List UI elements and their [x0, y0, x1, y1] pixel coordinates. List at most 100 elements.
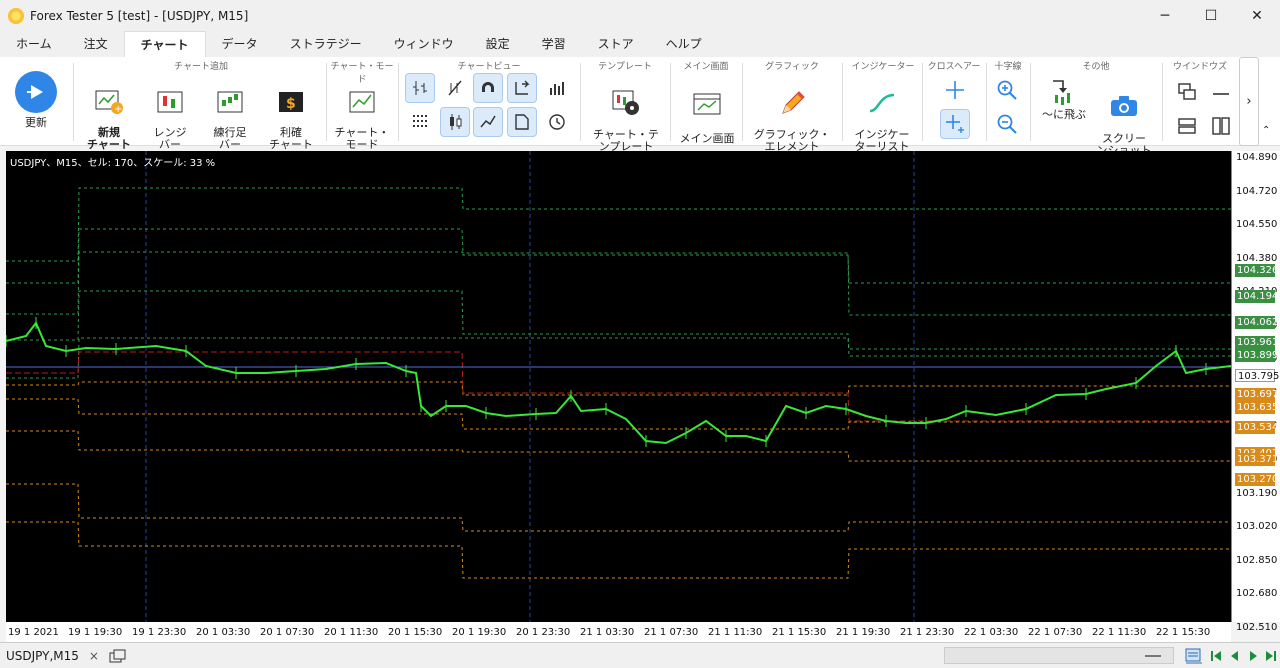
- price-level-badge: 103.697: [1235, 388, 1279, 402]
- resistance-level-line: [6, 290, 1231, 350]
- document-tab[interactable]: USDJPY,M15 ×: [6, 645, 127, 667]
- collapse-ribbon-icon[interactable]: ⌃: [1262, 125, 1270, 136]
- new-chart-icon: +: [94, 89, 124, 115]
- price-level-badge: 103.270: [1235, 472, 1279, 486]
- candlestick-icon[interactable]: [440, 107, 470, 137]
- support-level-line: [6, 521, 1231, 579]
- volume-icon[interactable]: [542, 73, 572, 103]
- chart-shift-icon[interactable]: [1184, 647, 1204, 665]
- price-level-badge: 103.795: [1235, 369, 1279, 383]
- tab-store[interactable]: ストア: [582, 31, 650, 57]
- scroll-thumb[interactable]: [1145, 655, 1161, 657]
- tab-window[interactable]: ウィンドウ: [378, 31, 470, 57]
- chart-info-label: USDJPY、M15、セル: 170、スケール: 33 %: [10, 158, 216, 169]
- renko-icon: [155, 89, 185, 115]
- time-tick-label: 21 1 23:30: [900, 627, 955, 638]
- crosshair-icon[interactable]: [940, 75, 970, 105]
- chart-template-icon: [611, 89, 641, 117]
- ribbon-toolbar: 更新 チャート追加 + 新規 チャート ⌄ レンジ バー ⌄ 練行足 バー ⌄ …: [0, 57, 1280, 175]
- ribbon-scroll-right-icon[interactable]: ›: [1239, 57, 1259, 146]
- goto-icon: [1049, 77, 1079, 107]
- tab-close-icon[interactable]: ×: [89, 649, 99, 663]
- zoom-in-icon[interactable]: [992, 75, 1022, 105]
- price-tick-label: 104.380: [1236, 252, 1278, 264]
- window-title: Forex Tester 5 [test] - [USDJPY, M15]: [30, 8, 249, 23]
- time-tick-label: 21 1 11:30: [708, 627, 763, 638]
- minimize-button[interactable]: ─: [1142, 0, 1188, 31]
- svg-text:$: $: [286, 96, 296, 112]
- bottom-bar: USDJPY,M15 ×: [0, 642, 1280, 668]
- navigation-arrows[interactable]: [1210, 649, 1278, 663]
- time-tick-label: 22 1 15:30: [1156, 627, 1211, 638]
- tab-help[interactable]: ヘルプ: [650, 31, 718, 57]
- goto-button[interactable]: 〜に飛ぶ: [1038, 77, 1090, 121]
- price-line: [6, 321, 1231, 445]
- price-tick-label: 102.850: [1236, 554, 1278, 566]
- cascade-icon[interactable]: [1172, 77, 1202, 107]
- document-tab-label: USDJPY,M15: [6, 649, 79, 663]
- tab-settings[interactable]: 設定: [470, 31, 526, 57]
- time-tick-label: 20 1 15:30: [388, 627, 443, 638]
- price-level-badge: 103.635: [1235, 400, 1279, 414]
- minimize-all-icon[interactable]: [1206, 77, 1236, 107]
- close-button[interactable]: ✕: [1234, 0, 1280, 31]
- price-tick-label: 102.510: [1236, 621, 1278, 633]
- resistance-level-line: [6, 337, 1231, 379]
- support-level-line: [6, 483, 1231, 532]
- zoom-out-icon[interactable]: [992, 109, 1022, 139]
- resistance-level-line: [6, 187, 1231, 262]
- maximize-button[interactable]: ☐: [1188, 0, 1234, 31]
- price-tick-label: 103.020: [1236, 521, 1278, 533]
- grid-icon[interactable]: [405, 107, 435, 137]
- indicator-icon: [867, 89, 897, 117]
- time-tick-label: 22 1 11:30: [1092, 627, 1147, 638]
- tab-chart[interactable]: チャート: [123, 31, 206, 57]
- bar-chart-icon[interactable]: [405, 73, 435, 103]
- tile-vertical-icon[interactable]: [1206, 111, 1236, 141]
- time-tick-label: 20 1 07:30: [260, 627, 315, 638]
- price-level-badge: 104.326: [1235, 264, 1279, 278]
- crosshair-plus-icon[interactable]: [940, 109, 970, 139]
- page-icon[interactable]: [507, 107, 537, 137]
- price-tick-label: 103.190: [1236, 487, 1278, 499]
- price-tick-label: 104.890: [1236, 152, 1278, 163]
- time-tick-label: 21 1 19:30: [836, 627, 891, 638]
- tab-strategy[interactable]: ストラテジー: [274, 31, 378, 57]
- price-tick-label: 102.680: [1236, 588, 1278, 600]
- profit-chart-icon: $: [276, 89, 306, 115]
- main-screen-icon: [692, 91, 722, 117]
- line-chart-icon[interactable]: [473, 107, 503, 137]
- ribbon-tabs: ホーム 注文 チャート データ ストラテジー ウィンドウ 設定 学習 ストア ヘ…: [0, 31, 1280, 57]
- time-tick-label: 21 1 03:30: [580, 627, 635, 638]
- horizontal-scrollbar[interactable]: [944, 647, 1174, 664]
- resistance-level-line: [6, 228, 1231, 284]
- tab-home[interactable]: ホーム: [0, 31, 68, 57]
- tab-data[interactable]: データ: [206, 31, 274, 57]
- support-level-line: [6, 430, 1231, 462]
- time-tick-label: 20 1 23:30: [516, 627, 571, 638]
- magnet-icon[interactable]: [473, 73, 503, 103]
- time-tick-label: 21 1 15:30: [772, 627, 827, 638]
- time-tick-label: 19 1 19:30: [68, 627, 123, 638]
- chart-mode-icon: [347, 89, 377, 115]
- refresh-button[interactable]: 更新: [10, 71, 62, 129]
- time-axis[interactable]: 19 1 2021 19 1 19:30 19 1 23:30 20 1 03:30 2…: [6, 622, 1231, 642]
- price-axis[interactable]: 104.890104.720104.550104.380104.210104.0…: [1231, 151, 1280, 633]
- tab-order[interactable]: 注文: [68, 31, 124, 57]
- price-chart[interactable]: USDJPY、M15、セル: 170、スケール: 33 %: [6, 151, 1231, 622]
- detach-window-icon[interactable]: [109, 649, 127, 663]
- price-tick-label: 104.550: [1236, 219, 1278, 231]
- price-tick-label: 104.720: [1236, 185, 1278, 197]
- hide-icon[interactable]: [440, 73, 470, 103]
- price-level-badge: 103.371: [1235, 452, 1279, 466]
- tile-horizontal-icon[interactable]: [1172, 111, 1202, 141]
- shift-chart-icon[interactable]: [507, 73, 537, 103]
- time-tick-label: 19 1 2021: [8, 627, 59, 638]
- time-tick-label: 21 1 07:30: [644, 627, 699, 638]
- clock-icon[interactable]: [542, 107, 572, 137]
- price-level-badge: 103.534: [1235, 420, 1279, 434]
- time-tick-label: 19 1 23:30: [132, 627, 187, 638]
- chart-canvas: [6, 151, 1231, 622]
- svg-text:+: +: [114, 104, 122, 115]
- tab-learn[interactable]: 学習: [526, 31, 582, 57]
